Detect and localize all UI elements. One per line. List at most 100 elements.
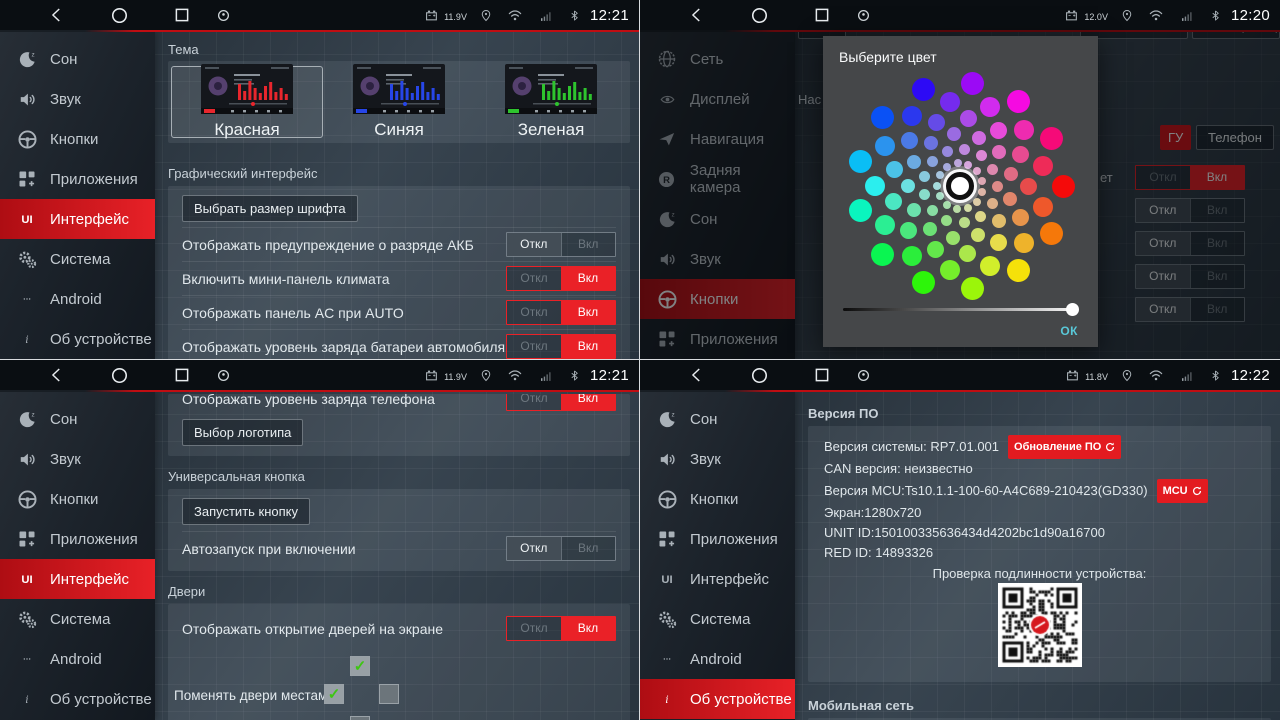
on-off-toggle[interactable]: ОтклВкл [506, 616, 616, 641]
back-nav-icon[interactable] [48, 366, 66, 384]
color-swatch-dot[interactable] [961, 72, 984, 95]
color-swatch-dot[interactable] [960, 110, 977, 127]
sidebar-item-steering-wheel[interactable]: Кнопки [640, 479, 795, 519]
selected-color-marker[interactable] [946, 172, 974, 200]
sidebar-item-dots[interactable]: Android [0, 639, 155, 679]
color-swatch-dot[interactable] [924, 136, 938, 150]
back-nav-icon[interactable] [48, 6, 66, 24]
color-swatch-dot[interactable] [942, 146, 953, 157]
color-swatch-dot[interactable] [992, 181, 1003, 192]
sidebar-item-gears[interactable]: Система [0, 239, 155, 279]
color-swatch-dot[interactable] [1014, 120, 1034, 140]
color-swatch-dot[interactable] [936, 192, 944, 200]
color-swatch-dot[interactable] [1003, 192, 1017, 206]
back-nav-icon[interactable] [688, 366, 706, 384]
toggle-on-option[interactable]: Вкл [561, 335, 615, 358]
color-swatch-dot[interactable] [902, 246, 922, 266]
sidebar-item-moon[interactable]: zСон [640, 399, 795, 439]
sidebar-item-apps[interactable]: Приложения [0, 519, 155, 559]
color-swatch-dot[interactable] [912, 271, 935, 294]
on-off-toggle[interactable]: ОтклВкл [506, 394, 616, 411]
home-nav-icon[interactable] [750, 366, 769, 385]
color-swatch-dot[interactable] [1033, 197, 1053, 217]
color-swatch-dot[interactable] [980, 256, 1000, 276]
color-swatch-dot[interactable] [1007, 259, 1030, 282]
color-swatch-dot[interactable] [875, 215, 895, 235]
color-swatch-dot[interactable] [927, 241, 944, 258]
toggle-off-option[interactable]: Откл [507, 233, 561, 256]
sidebar-item-gears[interactable]: Система [0, 599, 155, 639]
sidebar-item-ui[interactable]: UIИнтерфейс [0, 559, 155, 599]
toggle-on-option[interactable]: Вкл [561, 394, 615, 410]
color-swatch-dot[interactable] [1014, 233, 1034, 253]
color-swatch-dot[interactable] [943, 163, 951, 171]
sidebar-item-dots[interactable]: Android [0, 279, 155, 319]
on-off-toggle[interactable]: ОтклВкл [506, 232, 616, 257]
color-swatch-dot[interactable] [964, 161, 972, 169]
color-swatch-dot[interactable] [907, 155, 921, 169]
color-swatch-dot[interactable] [941, 215, 952, 226]
home-nav-icon[interactable] [750, 6, 769, 25]
sidebar-item-steering-wheel[interactable]: Кнопки [0, 119, 155, 159]
color-swatch-dot[interactable] [961, 277, 984, 300]
toggle-on-option[interactable]: Вкл [561, 617, 615, 640]
color-swatch-dot[interactable] [959, 144, 970, 155]
theme-card[interactable]: Зеленая [475, 66, 627, 138]
color-swatch-dot[interactable] [954, 159, 962, 167]
color-swatch-dot[interactable] [992, 214, 1006, 228]
theme-card[interactable]: Синяя [323, 66, 475, 138]
recents-nav-icon[interactable] [173, 366, 191, 384]
color-swatch-dot[interactable] [1052, 175, 1075, 198]
color-swatch-dot[interactable] [943, 201, 951, 209]
color-swatch-dot[interactable] [936, 171, 944, 179]
color-swatch-dot[interactable] [940, 260, 960, 280]
color-swatch-dot[interactable] [990, 234, 1007, 251]
color-swatch-dot[interactable] [1012, 146, 1029, 163]
color-swatch-dot[interactable] [1007, 90, 1030, 113]
sidebar-item-ui[interactable]: UIИнтерфейс [640, 559, 795, 599]
color-swatch-dot[interactable] [1012, 209, 1029, 226]
sidebar-item-volume[interactable]: Звук [640, 439, 795, 479]
sidebar-item-moon[interactable]: zСон [0, 399, 155, 439]
color-swatch-dot[interactable] [964, 204, 972, 212]
run-button[interactable]: Запустить кнопку [182, 498, 310, 525]
color-swatch-dot[interactable] [875, 136, 895, 156]
logo-select-button[interactable]: Выбор логотипа [182, 419, 303, 446]
color-swatch-dot[interactable] [987, 164, 998, 175]
color-swatch-dot[interactable] [946, 231, 960, 245]
sidebar-item-apps[interactable]: Приложения [640, 519, 795, 559]
recents-nav-icon[interactable] [173, 6, 191, 24]
color-swatch-dot[interactable] [973, 167, 981, 175]
color-swatch-dot[interactable] [927, 205, 938, 216]
color-swatch-dot[interactable] [907, 203, 921, 217]
color-swatch-dot[interactable] [871, 106, 894, 129]
color-swatch-dot[interactable] [1040, 222, 1063, 245]
sidebar-item-info[interactable]: iОб устройстве [0, 679, 155, 719]
toggle-on-option[interactable]: Вкл [561, 233, 616, 256]
color-swatch-dot[interactable] [923, 222, 937, 236]
sidebar-item-steering-wheel[interactable]: Кнопки [0, 479, 155, 519]
color-swatch-dot[interactable] [1040, 127, 1063, 150]
color-swatch-dot[interactable] [990, 122, 1007, 139]
update-badge[interactable]: Обновление ПО [1008, 435, 1121, 459]
recents-nav-icon[interactable] [813, 6, 831, 24]
toggle-off-option[interactable]: Откл [507, 267, 561, 290]
sidebar-item-apps[interactable]: Приложения [0, 159, 155, 199]
color-wheel[interactable] [823, 62, 1098, 310]
color-swatch-dot[interactable] [901, 179, 915, 193]
toggle-off-option[interactable]: Откл [507, 301, 561, 324]
color-swatch-dot[interactable] [947, 127, 961, 141]
font-size-button[interactable]: Выбрать размер шрифта [182, 195, 358, 222]
toggle-off-option[interactable]: Откл [507, 617, 561, 640]
color-swatch-dot[interactable] [902, 106, 922, 126]
ok-button[interactable]: ОК [1060, 324, 1078, 338]
color-swatch-dot[interactable] [972, 131, 986, 145]
color-swatch-dot[interactable] [1004, 167, 1018, 181]
on-off-toggle[interactable]: ОтклВкл [506, 334, 616, 359]
door-checkbox-left[interactable] [324, 684, 344, 704]
sidebar-item-info[interactable]: iОб устройстве [640, 679, 795, 719]
color-swatch-dot[interactable] [885, 193, 902, 210]
color-swatch-dot[interactable] [975, 211, 986, 222]
color-swatch-dot[interactable] [900, 222, 917, 239]
color-swatch-dot[interactable] [1020, 178, 1037, 195]
